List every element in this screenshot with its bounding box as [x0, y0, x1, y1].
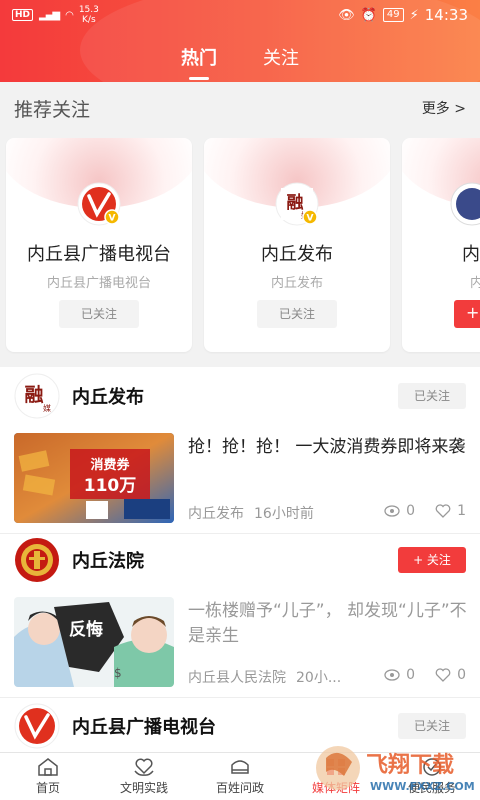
- radio-tv-logo-icon: [14, 703, 60, 749]
- post-item[interactable]: 消费券 110万 抢！抢！抢！ 一大波消费券即将来袭 内丘发布 16小时前 0 …: [0, 433, 480, 533]
- net-speed-unit: K/s: [82, 15, 96, 25]
- wifi-icon: ◠: [65, 9, 74, 21]
- recommend-cards: V 内丘县广播电视台 内丘县广播电视台 已关注 融 媒 V 内丘发布 内丘发布 …: [6, 138, 480, 352]
- author-row[interactable]: 融 媒 内丘发布 已关注: [0, 367, 480, 425]
- svg-text:V: V: [109, 214, 116, 224]
- recommend-card[interactable]: 融 媒 V 内丘发布 内丘发布 已关注: [204, 138, 390, 352]
- followed-button[interactable]: 已关注: [59, 300, 139, 328]
- card-subtitle: 内丘县广播电视台: [46, 276, 151, 291]
- card-name: 内丘县广播电视台: [27, 244, 171, 265]
- post-time: 16小时前: [254, 506, 314, 522]
- eye-icon: 👁: [338, 7, 355, 23]
- nav-label: 百姓问政: [215, 781, 264, 795]
- follow-button[interactable]: +: [454, 300, 480, 328]
- author-name: 内丘法院: [72, 551, 144, 572]
- post-source: 内丘县人民法院: [188, 670, 286, 686]
- thumb-caption: 反悔: [69, 619, 103, 640]
- recommend-card[interactable]: 内 内 +: [402, 138, 480, 352]
- tab-hot[interactable]: 热门: [181, 44, 217, 80]
- post-stats: 0 0: [384, 667, 466, 683]
- battery-indicator: 49: [382, 8, 404, 22]
- service-icon: [423, 758, 441, 776]
- eye-icon: [384, 669, 400, 681]
- nav-label: 媒体矩阵: [311, 781, 360, 795]
- post-item[interactable]: 反悔 $ 一栋楼赠予“儿子”， 却发现“儿子”不是亲生 内丘县人民法院 20小.…: [0, 597, 480, 697]
- post-time: 20小...: [296, 670, 342, 686]
- svg-text:融: 融: [287, 193, 304, 213]
- bottom-nav: 首页 文明实践 百姓问政 媒体矩阵 便民服务: [0, 752, 480, 800]
- post-title[interactable]: 抢！抢！抢！ 一大波消费券即将来袭: [188, 435, 468, 460]
- rong-media-logo-icon: 融 媒 V: [275, 182, 319, 226]
- recommend-card[interactable]: V 内丘县广播电视台 内丘县广播电视台 已关注: [6, 138, 192, 352]
- nav-inquiry[interactable]: 百姓问政: [192, 753, 288, 800]
- signal-icon: ▂▄▆: [39, 9, 60, 21]
- net-speed: 15.3 K/s: [79, 5, 99, 25]
- author-row[interactable]: 内丘县广播电视台 已关注: [0, 697, 480, 755]
- top-tabs: 热门 关注: [0, 44, 480, 80]
- nav-home[interactable]: 首页: [0, 753, 96, 800]
- follow-button[interactable]: + 关注: [398, 547, 466, 573]
- recommend-section: 推荐关注 更多 > V 内丘县广播电视台 内丘县广播电视台 已关注 融 媒: [0, 82, 480, 367]
- nav-label: 便民服务: [407, 781, 456, 795]
- hd-badge: HD: [12, 9, 34, 21]
- nav-label: 首页: [35, 781, 60, 795]
- post-title[interactable]: 一栋楼赠予“儿子”， 却发现“儿子”不是亲生: [188, 599, 468, 649]
- post-source: 内丘发布: [188, 506, 244, 522]
- post-thumbnail: 反悔 $: [14, 597, 174, 687]
- question-icon: [231, 760, 249, 774]
- nav-service[interactable]: 便民服务: [384, 753, 480, 800]
- partial-logo-icon: [450, 182, 480, 226]
- thumb-amount: 110万: [84, 476, 137, 496]
- more-link[interactable]: 更多 >: [422, 98, 466, 118]
- heart-icon[interactable]: [435, 504, 451, 518]
- home-icon: [38, 758, 58, 776]
- view-count: 0: [406, 503, 416, 519]
- app-header: HD ▂▄▆ ◠ 15.3 K/s 👁 ⏰ 49 ⚡ 14:33 热门 关注: [0, 0, 480, 82]
- thumb-caption: 消费券: [90, 457, 130, 473]
- card-subtitle: 内: [470, 276, 480, 291]
- post-thumbnail: 消费券 110万: [14, 433, 174, 523]
- feed-list: 融 媒 内丘发布 已关注 消费券 110万 抢！抢！抢！ 一大波消费券即将来袭 …: [0, 367, 480, 752]
- like-count: 1: [457, 503, 466, 519]
- rong-media-logo-icon: 融 媒: [14, 373, 60, 419]
- post-meta: 内丘发布 16小时前: [188, 503, 314, 523]
- svg-text:$: $: [114, 666, 122, 680]
- followed-button[interactable]: 已关注: [398, 383, 466, 409]
- nav-label: 文明实践: [119, 781, 168, 795]
- heart-hands-icon: [134, 758, 154, 776]
- matrix-icon: [327, 759, 345, 775]
- author-row[interactable]: 内丘法院 + 关注: [0, 531, 480, 589]
- author-name: 内丘县广播电视台: [72, 717, 216, 738]
- card-name: 内丘发布: [261, 244, 333, 265]
- view-count: 0: [406, 667, 416, 683]
- svg-text:V: V: [307, 214, 314, 224]
- eye-icon: [384, 505, 400, 517]
- followed-button[interactable]: 已关注: [257, 300, 337, 328]
- radio-tv-logo-icon: V: [77, 182, 121, 226]
- like-count: 0: [457, 667, 466, 683]
- alarm-icon: ⏰: [360, 7, 377, 23]
- nav-civilization[interactable]: 文明实践: [96, 753, 192, 800]
- post-meta: 内丘县人民法院 20小...: [188, 667, 341, 687]
- post-stats: 0 1: [384, 503, 466, 519]
- card-name: 内: [462, 244, 480, 265]
- net-speed-value: 15.3: [78, 5, 99, 15]
- tab-follow[interactable]: 关注: [263, 44, 299, 80]
- nav-media-matrix[interactable]: 媒体矩阵: [288, 753, 384, 800]
- svg-text:媒: 媒: [43, 404, 51, 413]
- charging-icon: ⚡: [409, 7, 419, 23]
- author-name: 内丘发布: [72, 387, 144, 408]
- clock: 14:33: [424, 6, 468, 24]
- court-emblem-icon: [15, 538, 59, 582]
- followed-button[interactable]: 已关注: [398, 713, 466, 739]
- svg-text:融: 融: [24, 384, 43, 406]
- recommend-title: 推荐关注: [14, 98, 91, 121]
- card-subtitle: 内丘发布: [270, 276, 323, 291]
- status-bar: HD ▂▄▆ ◠ 15.3 K/s 👁 ⏰ 49 ⚡ 14:33: [0, 0, 480, 30]
- heart-icon[interactable]: [435, 668, 451, 682]
